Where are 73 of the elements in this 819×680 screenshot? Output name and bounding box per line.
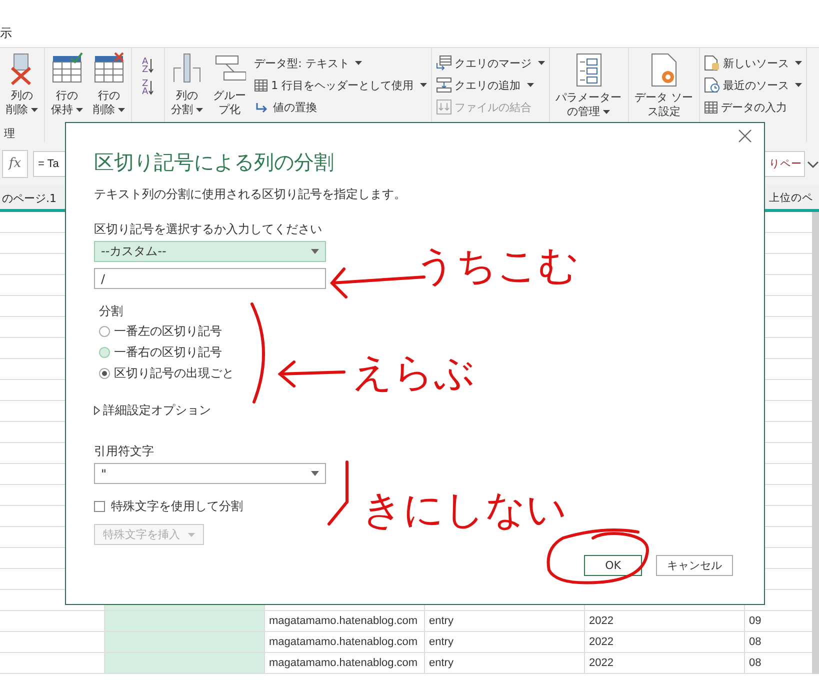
document-gear-icon xyxy=(650,52,678,88)
table-cell: entry xyxy=(425,653,585,673)
ribbon-button[interactable]: 最近のソース xyxy=(704,76,802,94)
ribbon-button[interactable]: グルー プ化 xyxy=(211,52,248,117)
ribbon-button[interactable]: 新しいソース xyxy=(704,54,802,72)
table-cell-text: 09 xyxy=(748,614,762,629)
field-label: 分割 xyxy=(99,303,124,320)
quote-dropdown[interactable]: " xyxy=(94,463,326,484)
radio-button[interactable] xyxy=(99,346,110,358)
table-cell: 2022 xyxy=(585,632,745,652)
append-icon xyxy=(436,77,452,93)
ribbon-button[interactable]: データ型: テキスト xyxy=(254,54,427,72)
dialog-description: テキスト列の分割に使用される区切り記号を指定します。 xyxy=(94,186,407,203)
ribbon-button[interactable]: 列の 分割 xyxy=(169,52,206,117)
scrollbar[interactable] xyxy=(812,212,819,674)
handwritten-note: きにしない xyxy=(362,486,567,535)
formula-text: りペー xyxy=(769,156,802,170)
down-arrow-icon xyxy=(148,80,154,96)
formula-text: = Ta xyxy=(38,158,59,170)
dropdown-caret-icon xyxy=(311,249,319,254)
table-icon xyxy=(704,100,718,114)
ribbon-button[interactable]: データの入力 xyxy=(704,98,802,116)
fx-button[interactable]: fx xyxy=(2,150,28,178)
checkbox[interactable] xyxy=(94,501,105,512)
expand-icon xyxy=(807,160,819,170)
ribbon-button[interactable]: 行の 削除 xyxy=(91,52,127,117)
new-document-icon xyxy=(704,55,720,71)
table-cell: magatamamo.hatenablog.com xyxy=(265,611,425,631)
ribbon-button[interactable]: 列の 削除 xyxy=(4,52,40,117)
table-icon xyxy=(254,78,268,92)
radio-button[interactable] xyxy=(99,326,110,336)
dropdown-caret-icon xyxy=(188,532,195,536)
table-cell: entry xyxy=(425,632,585,652)
ribbon-button[interactable]: クエリの追加 xyxy=(436,76,545,94)
table-cell: entry xyxy=(425,611,585,631)
down-arrow-icon xyxy=(148,58,154,74)
ribbon-button[interactable]: 値の置換 xyxy=(254,98,427,116)
handwritten-note: うちこむ xyxy=(415,242,579,291)
table-cell: 2022 xyxy=(585,653,745,673)
table-cell: magatamamo.hatenablog.com xyxy=(265,653,425,673)
radio-button[interactable] xyxy=(99,368,110,378)
delimiter-dropdown[interactable]: --カスタム-- xyxy=(94,241,326,262)
radio-label: 区切り記号の出現ごと xyxy=(114,364,234,382)
merge-icon xyxy=(436,55,452,71)
table-cell-text: 08 xyxy=(748,656,762,671)
dropdown-caret-icon xyxy=(311,471,319,476)
close-icon[interactable] xyxy=(738,129,752,143)
table-cell: 2022 xyxy=(585,611,745,631)
radio-label: 一番右の区切り記号 xyxy=(114,344,222,360)
ribbon-button[interactable]: 行の 保持 xyxy=(49,52,85,117)
table-cell-text: 08 xyxy=(748,635,762,650)
delimiter-input[interactable]: / xyxy=(94,268,326,289)
ribbon-button[interactable]: パラメーター の管理 xyxy=(554,52,624,119)
combine-files-icon xyxy=(436,99,452,115)
dialog-title: 区切り記号による列の分割 xyxy=(94,149,335,176)
ribbon-button[interactable]: データ ソー ス設定 xyxy=(632,52,696,119)
handwritten-note: えらぶ xyxy=(352,349,475,398)
sort-button[interactable]: A Z xyxy=(142,58,154,74)
cancel-button[interactable]: キャンセル xyxy=(656,555,733,576)
advanced-options-toggle[interactable]: 詳細設定オプション xyxy=(94,402,211,419)
checkbox-label: 特殊文字を使用して分割 xyxy=(111,498,243,515)
field-label: 引用符文字 xyxy=(94,443,155,460)
parameters-icon xyxy=(574,52,603,88)
radio-label: 一番左の区切り記号 xyxy=(114,322,222,340)
field-label: 区切り記号を選択するか入力してください xyxy=(94,221,323,238)
table-cell: magatamamo.hatenablog.com xyxy=(265,632,425,652)
sort-button[interactable]: Z A xyxy=(142,80,154,96)
group-label: 理 xyxy=(4,126,16,142)
ok-button[interactable]: OK xyxy=(584,555,642,576)
ribbon-tab[interactable]: 示 xyxy=(0,25,12,42)
recent-document-icon xyxy=(704,77,720,93)
ribbon-button[interactable]: 1 行目をヘッダーとして使用 xyxy=(254,76,427,94)
ribbon-button[interactable]: クエリのマージ xyxy=(436,54,545,72)
